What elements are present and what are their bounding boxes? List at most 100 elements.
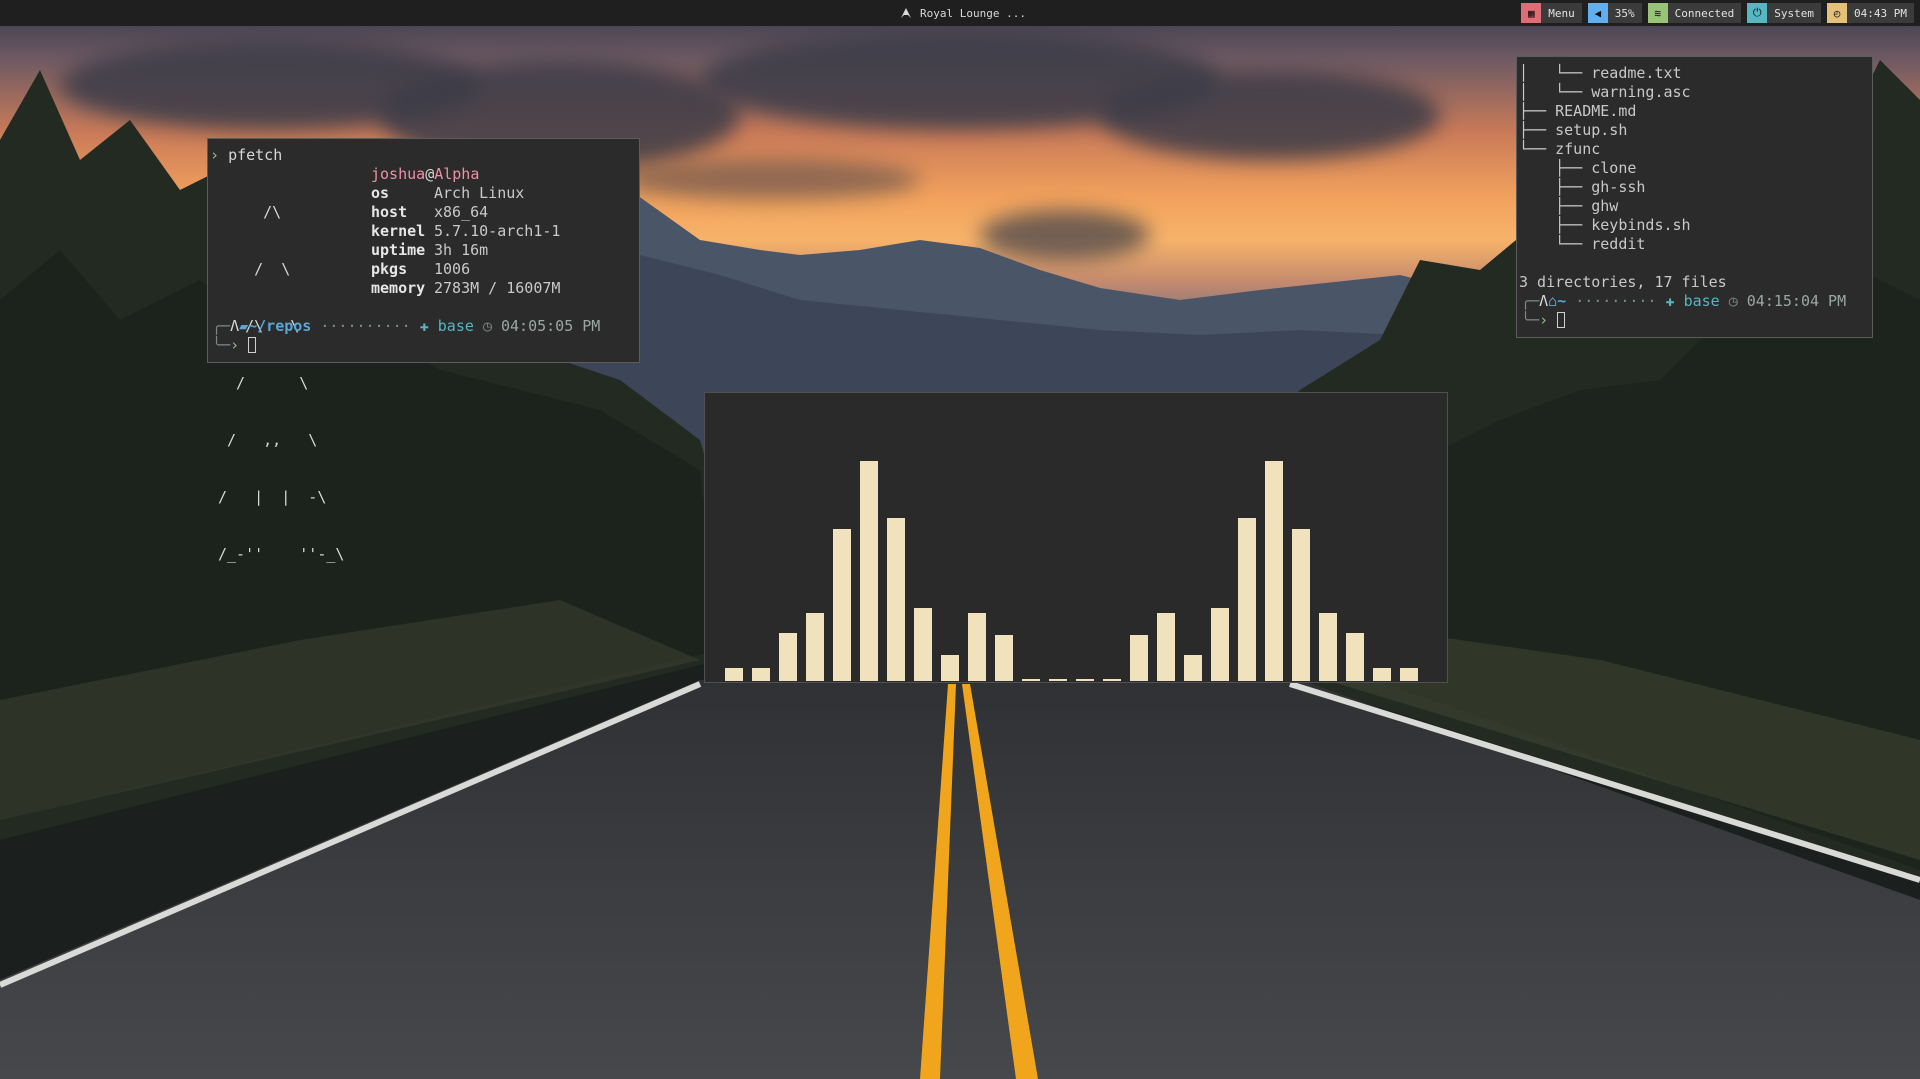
visualizer-bar — [1319, 613, 1337, 681]
tree-line: ├── README.md — [1519, 102, 1727, 121]
tree-branch: ├── — [1519, 102, 1556, 120]
file-name: gh-ssh — [1591, 178, 1646, 196]
conda-env: base — [1683, 292, 1720, 310]
arch-ascii-logo: /\ / \ /\ \ / \ / ,, \ / | | -\ /_-'' ''… — [218, 165, 344, 602]
visualizer-bar — [860, 461, 878, 681]
tree-line: └── zfunc — [1519, 140, 1727, 159]
prompt-dots: ········· — [1575, 292, 1657, 310]
visualizer-bar — [1157, 613, 1175, 681]
file-name: reddit — [1591, 235, 1646, 253]
network-module[interactable]: ≋ Connected — [1647, 3, 1742, 23]
logo-line: /_-'' ''-_\ — [218, 545, 345, 563]
tree-line: ├── keybinds.sh — [1519, 216, 1727, 235]
visualizer-bar — [1022, 679, 1040, 681]
visualizer-bar — [1103, 679, 1121, 681]
file-name: readme.txt — [1591, 64, 1682, 82]
hostname: Alpha — [434, 165, 480, 183]
prompt-corner-icon: ╰─ — [1521, 311, 1540, 329]
tree-branch: │ └── — [1519, 83, 1592, 101]
visualizer-bar — [806, 613, 824, 681]
file-name: clone — [1591, 159, 1637, 177]
tree-branch: ├── — [1519, 159, 1592, 177]
file-name: keybinds.sh — [1591, 216, 1691, 234]
visualizer-bar — [1400, 668, 1418, 681]
tree-branch: ├── — [1519, 216, 1592, 234]
info-key: os — [371, 184, 390, 202]
info-key: memory — [371, 279, 426, 297]
prompt-status-line: ╭─Λ⌂~ ········· ✚ base ◷ 04:15:04 PM — [1521, 292, 1846, 311]
menu-label: Menu — [1548, 6, 1575, 20]
visualizer-bar — [1265, 461, 1283, 681]
visualizer-bar — [914, 608, 932, 681]
visualizer-bar — [752, 668, 770, 681]
info-value: 2783M / 16007M — [434, 279, 561, 297]
visualizer-bar — [1373, 668, 1391, 681]
visualizer-bar — [1076, 679, 1094, 681]
audio-visualizer-window[interactable] — [704, 392, 1448, 683]
info-row-os: os Arch Linux — [371, 184, 560, 203]
file-name: warning.asc — [1591, 83, 1691, 101]
arch-logo-icon: Λ — [1539, 292, 1549, 310]
system-module[interactable]: ⏻ System — [1747, 3, 1822, 23]
home-icon: ⌂ — [1548, 292, 1558, 310]
logo-line: / \ — [218, 374, 309, 392]
top-status-bar: Royal Lounge ... ▦ Menu ◀ 35% ≋ Connecte… — [0, 0, 1920, 26]
volume-module[interactable]: ◀ 35% — [1587, 3, 1642, 23]
visualizer-bar — [1292, 529, 1310, 681]
at-sign: @ — [425, 165, 435, 183]
tree-branch: └── — [1519, 140, 1556, 158]
visualizer-bar — [1184, 655, 1202, 681]
volume-label: 35% — [1614, 6, 1635, 20]
file-tree: │ └── readme.txt │ └── warning.asc ├── R… — [1519, 64, 1727, 292]
tree-line: │ └── warning.asc — [1519, 83, 1727, 102]
info-key: uptime — [371, 241, 426, 259]
visualizer-bar — [941, 655, 959, 681]
menu-module[interactable]: ▦ Menu — [1521, 3, 1582, 23]
prompt-dots: ·········· — [320, 317, 411, 335]
arch-logo-icon: Λ — [230, 317, 240, 335]
prompt-chevron-icon: › — [1539, 311, 1549, 329]
visualizer-bar — [725, 668, 743, 681]
tree-terminal[interactable]: │ └── readme.txt │ └── warning.asc ├── R… — [1516, 56, 1873, 338]
logo-line: /\ — [218, 203, 282, 221]
clock-module[interactable]: ◴ 04:43 PM — [1827, 3, 1914, 23]
info-key: pkgs — [371, 260, 408, 278]
input-line[interactable]: ╰─› — [212, 336, 257, 355]
input-line[interactable]: ╰─› — [1521, 311, 1566, 330]
tree-line: └── reddit — [1519, 235, 1727, 254]
info-row-uptime: uptime 3h 16m — [371, 241, 560, 260]
pfetch-terminal[interactable]: › pfetch /\ / \ /\ \ / \ / ,, \ / | | -\… — [207, 138, 640, 563]
tree-line: ├── setup.sh — [1519, 121, 1727, 140]
speaker-icon: ◀ — [1587, 3, 1608, 23]
info-value: 1006 — [434, 260, 471, 278]
tree-branch: └── — [1519, 235, 1592, 253]
tree-branch: ├── — [1519, 178, 1592, 196]
info-row-memory: memory 2783M / 16007M — [371, 279, 560, 298]
file-name: README.md — [1555, 102, 1637, 120]
logo-line: / ,, \ — [218, 431, 318, 449]
visualizer-bar — [1238, 518, 1256, 681]
info-row-pkgs: pkgs 1006 — [371, 260, 560, 279]
window-title-text: Royal Lounge ... — [920, 6, 1026, 20]
active-window-title[interactable]: Royal Lounge ... — [900, 0, 1026, 26]
prompt-path: ~/repos — [248, 317, 312, 335]
status-modules: ▦ Menu ◀ 35% ≋ Connected ⏻ System ◴ 04:4… — [1521, 3, 1914, 23]
prompt-corner-icon: ╭─ — [212, 317, 231, 335]
prompt-path: ~ — [1557, 292, 1567, 310]
prompt-status-line: ╭─Λ▰~/repos ·········· ✚ base ◷ 04:05:05… — [212, 317, 600, 336]
info-value: Arch Linux — [434, 184, 525, 202]
visualizer-bar — [1211, 608, 1229, 681]
info-key: host — [371, 203, 408, 221]
visualizer-bar — [1049, 679, 1067, 681]
network-label: Connected — [1674, 6, 1735, 20]
info-key: kernel — [371, 222, 426, 240]
visualizer-bar — [1130, 635, 1148, 681]
tree-line: ├── ghw — [1519, 197, 1727, 216]
conda-env-icon: ✚ — [1665, 292, 1675, 310]
folder-icon: ▰ — [239, 317, 249, 335]
tree-line: │ └── readme.txt — [1519, 64, 1727, 83]
visualizer-bar — [779, 633, 797, 681]
logo-line: / | | -\ — [218, 488, 327, 506]
user-host: joshua@Alpha — [371, 165, 479, 184]
